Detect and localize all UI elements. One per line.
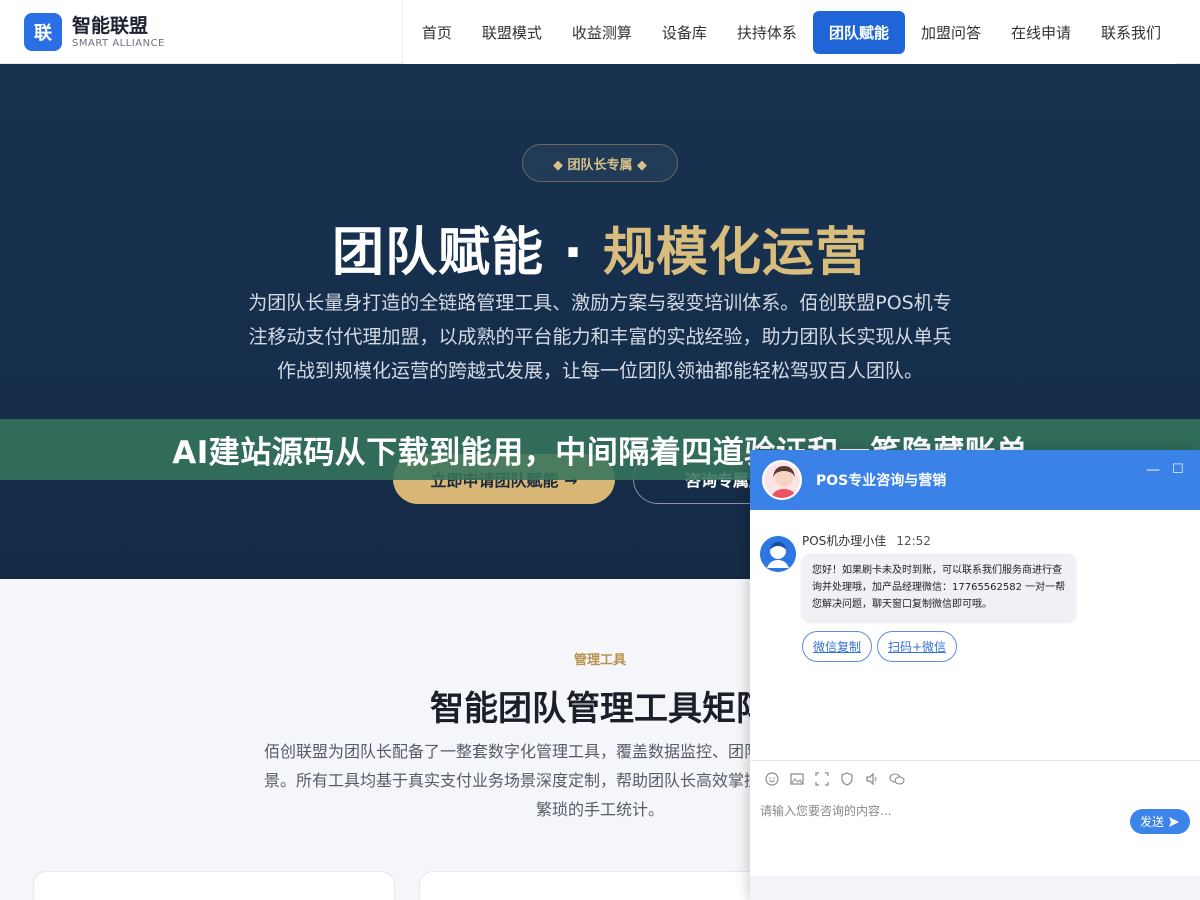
logo-text: 智能联盟 SMART ALLIANCE xyxy=(72,16,165,49)
minimize-icon[interactable]: — xyxy=(1146,462,1160,478)
nav-item-devices[interactable]: 设备库 xyxy=(648,12,721,53)
main-nav: 首页 联盟模式 收益测算 设备库 扶持体系 团队赋能 加盟问答 在线申请 联系我… xyxy=(401,0,1176,64)
logo-badge: 联 xyxy=(24,13,62,51)
message-meta: POS机办理小佳 12:52 xyxy=(802,532,931,549)
scan-wechat-button[interactable]: 扫码+微信 xyxy=(877,631,957,662)
hero-badge: ◆ 团队长专属 ◆ xyxy=(522,144,678,182)
hero-title-highlight: 规模化运营 xyxy=(602,223,868,283)
tool-card[interactable] xyxy=(33,871,395,900)
site-logo[interactable]: 联 智能联盟 SMART ALLIANCE xyxy=(24,13,165,51)
nav-item-faq[interactable]: 加盟问答 xyxy=(907,12,995,53)
nav-item-support[interactable]: 扶持体系 xyxy=(723,12,811,53)
chat-history-icon[interactable] xyxy=(885,770,909,788)
site-header: 联 智能联盟 SMART ALLIANCE 首页 联盟模式 收益测算 设备库 扶… xyxy=(0,0,1200,64)
agent-avatar xyxy=(760,536,796,572)
chat-footer xyxy=(750,876,1200,900)
emoji-icon[interactable] xyxy=(760,770,784,788)
chat-widget: POS专业咨询与营销 — ☐ POS机办理小佳 12:52 您好！如果刷卡未及时到… xyxy=(750,450,1200,900)
hero-description: 为团队长量身打造的全链路管理工具、激励方案与裂变培训体系。佰创联盟POS机专注移… xyxy=(248,292,952,382)
chat-divider xyxy=(750,760,1200,761)
send-button[interactable]: 发送 xyxy=(1130,809,1190,834)
nav-item-team-empower[interactable]: 团队赋能 xyxy=(812,10,905,54)
maximize-icon[interactable]: ☐ xyxy=(1172,462,1184,477)
screenshot-icon[interactable] xyxy=(810,770,834,788)
image-icon[interactable] xyxy=(785,770,809,788)
nav-item-alliance-mode[interactable]: 联盟模式 xyxy=(468,12,556,53)
evaluate-icon[interactable] xyxy=(835,770,859,788)
chat-title: POS专业咨询与营销 xyxy=(816,473,947,489)
agent-name: POS机办理小佳 xyxy=(802,534,887,548)
chat-input[interactable]: 请输入您要咨询的内容... xyxy=(760,802,891,819)
logo-name: 智能联盟 xyxy=(72,14,149,37)
support-avatar xyxy=(762,460,802,500)
message-time: 12:52 xyxy=(896,534,931,548)
hero-title: 团队赋能 · 规模化运营 xyxy=(0,210,1200,285)
nav-item-apply[interactable]: 在线申请 xyxy=(997,12,1085,53)
chat-header: POS专业咨询与营销 — ☐ xyxy=(750,450,1200,510)
hero-title-main: 团队赋能 · xyxy=(332,223,603,283)
copy-wechat-button[interactable]: 微信复制 xyxy=(802,631,872,662)
send-icon xyxy=(1169,816,1179,827)
tool-card[interactable] xyxy=(419,871,781,900)
nav-item-earnings-calc[interactable]: 收益测算 xyxy=(558,12,646,53)
send-label: 发送 xyxy=(1139,815,1164,829)
sound-icon[interactable] xyxy=(860,770,884,788)
logo-subtitle: SMART ALLIANCE xyxy=(72,37,165,49)
nav-item-contact[interactable]: 联系我们 xyxy=(1087,12,1175,53)
nav-item-home[interactable]: 首页 xyxy=(408,12,466,53)
message-bubble: 您好！如果刷卡未及时到账，可以联系我们服务商进行查询并处理哦，加产品经理微信：1… xyxy=(802,554,1076,621)
chat-toolbar xyxy=(760,770,910,788)
